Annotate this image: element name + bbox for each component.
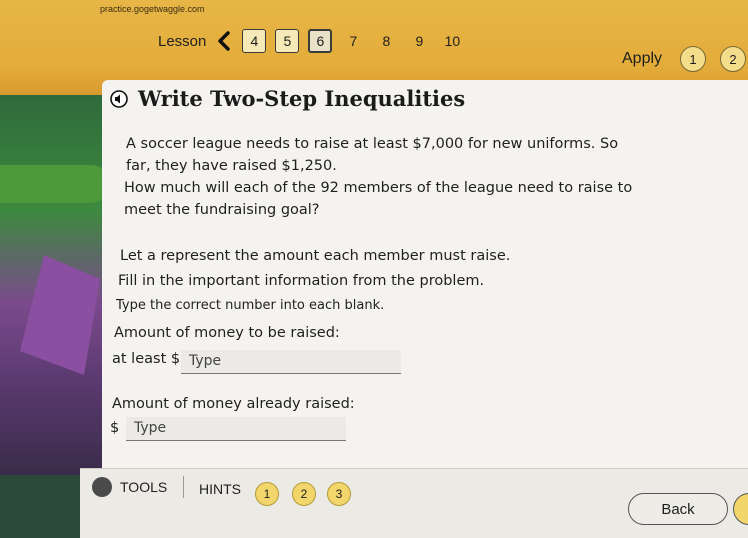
problem-paragraph: A soccer league needs to raise at least …: [126, 136, 619, 174]
lesson-button-4[interactable]: 4: [242, 29, 267, 53]
field1-prefix: at least $: [112, 351, 181, 367]
type-instruction: Type the correct number into each blank.: [116, 298, 385, 313]
apply-nav: Apply 1 2: [622, 46, 748, 72]
tools-button[interactable]: TOOLS: [120, 479, 167, 495]
audio-play-icon[interactable]: [110, 89, 128, 108]
lesson-button-5[interactable]: 5: [275, 29, 300, 53]
url-bar[interactable]: practice.gogetwaggle.com: [100, 4, 205, 14]
lesson-button-6[interactable]: 6: [308, 29, 333, 53]
variable-definition: Let a represent the amount each member m…: [120, 248, 511, 264]
lesson-button-10[interactable]: 10: [440, 29, 464, 53]
tools-icon[interactable]: [92, 477, 112, 497]
apply-button-2[interactable]: 2: [720, 46, 747, 72]
back-button[interactable]: Back: [628, 493, 728, 525]
amount-raised-input[interactable]: Type: [126, 417, 346, 441]
field1-label: Amount of money to be raised:: [114, 325, 340, 341]
hints-label: HINTS: [199, 481, 241, 497]
lesson-button-8[interactable]: 8: [374, 29, 398, 53]
lesson-label: Lesson: [158, 32, 207, 50]
field2-prefix: $: [110, 420, 120, 436]
apply-label: Apply: [622, 50, 663, 67]
title-row: Write Two-Step Inequalities: [110, 86, 465, 111]
hint-button-2[interactable]: 2: [292, 482, 316, 506]
apply-button-1[interactable]: 1: [680, 46, 707, 72]
lesson-nav: Lesson 4 5 6 7 8 9 10: [158, 27, 473, 55]
question-paragraph: How much will each of the 92 members of …: [124, 180, 633, 218]
lesson-button-7[interactable]: 7: [341, 29, 365, 53]
page-title: Write Two-Step Inequalities: [138, 86, 466, 111]
amount-to-raise-input[interactable]: Type: [181, 350, 401, 374]
hint-button-1[interactable]: 1: [255, 482, 279, 506]
hint-button-3[interactable]: 3: [327, 482, 351, 506]
toolbar-divider: [183, 476, 184, 498]
fill-instruction: Fill in the important information from t…: [118, 273, 485, 289]
lesson-button-9[interactable]: 9: [407, 29, 431, 53]
chevron-left-icon[interactable]: [216, 31, 232, 51]
field2-label: Amount of money already raised:: [112, 396, 355, 412]
